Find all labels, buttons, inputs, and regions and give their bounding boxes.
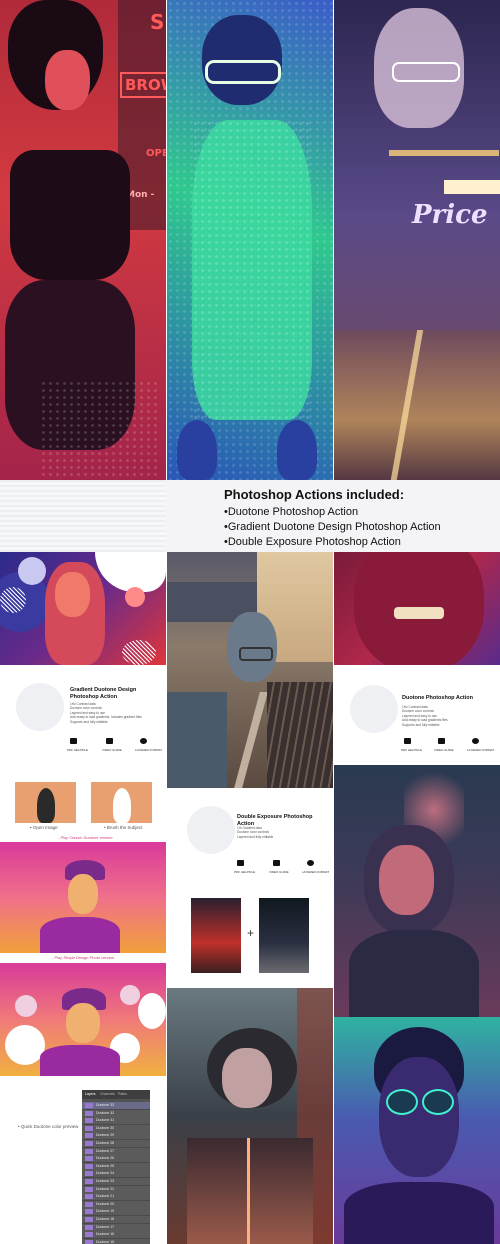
pdf-icon (70, 738, 77, 744)
layer-thumbnail (85, 1125, 93, 1131)
step-open-image (15, 782, 76, 823)
layered-label: LAYERED FORMAT (302, 870, 330, 874)
layered-label: LAYERED FORMAT (135, 748, 163, 752)
layer-name: Duotone 24 (96, 1171, 115, 1176)
tab-layers[interactable]: Layers (85, 1092, 96, 1096)
neon-sign-open: OPE (146, 148, 166, 159)
halftone-green-photo (167, 0, 333, 480)
layer-name: Duotone 18 (96, 1217, 115, 1221)
gradient-portrait-photo (0, 842, 166, 953)
layer-name: Duotone 27 (96, 1148, 115, 1153)
pdf-label: PDF HELPFILE (234, 870, 256, 874)
layer-thumbnail (85, 1209, 93, 1215)
double-exposure-info-card: Double Exposure Photoshop Action 1% Grad… (167, 788, 333, 888)
gradient-duotone-info-card: Gradient Duotone Design Photoshop Action… (0, 665, 166, 765)
layer-thumbnail (85, 1141, 93, 1146)
layer-name: Duotone 22 (96, 1186, 115, 1191)
layer-name: Duotone 25 (96, 1163, 115, 1168)
duotone-face-photo (334, 552, 500, 665)
layer-name: Duotone 32 (96, 1110, 115, 1115)
layer-thumbnail (85, 1110, 93, 1116)
video-label: VIDEO GUIDE (269, 870, 289, 874)
smoke-portrait-photo (334, 765, 500, 1017)
double-exposure-train-photo (167, 552, 333, 788)
layered-label: LAYERED FORMAT (467, 748, 495, 752)
layer-thumbnail (85, 1224, 93, 1230)
layer-thumbnail (85, 1186, 93, 1192)
layers-icon (307, 860, 314, 866)
pdf-icon (237, 860, 244, 866)
layer-thumbnail (85, 1232, 93, 1238)
layer-name: Duotone 19 (96, 1209, 115, 1214)
gradient-duotone-photo (0, 552, 166, 665)
duotone-preview-caption: - Play Classic Duotone version (58, 835, 113, 840)
neon-sign-s: S (150, 10, 165, 34)
video-icon (106, 738, 113, 744)
step-brush-subject (91, 782, 152, 823)
double-exposure-purple-photo: Price (334, 0, 500, 480)
layer-thumbnail (85, 1148, 93, 1154)
layer-thumbnail (85, 1194, 93, 1200)
tab-channels[interactable]: Channels (100, 1092, 115, 1096)
actions-item-gradient-duotone: •Gradient Duotone Design Photoshop Actio… (224, 521, 441, 533)
layer-thumbnail (85, 1239, 93, 1244)
layer-name: Duotone 28 (96, 1141, 115, 1145)
step-open-image-label: • Open Image (30, 825, 58, 830)
design-preview-caption: - Play Shape Design Photo version (52, 955, 115, 960)
teal-duotone-portrait (334, 1017, 500, 1244)
duotone-info-card: Duotone Photoshop Action 1Hz Contrast da… (334, 665, 500, 765)
layers-panel: Layers Channels Paths Duotone 33 Duotone … (82, 1090, 150, 1244)
layer-thumbnail (85, 1171, 93, 1177)
tab-paths[interactable]: Paths (118, 1092, 127, 1096)
video-icon (273, 860, 280, 866)
duotone-card-features: 1Hz Contrast data Duotone color controls… (402, 705, 448, 727)
layer-name: Duotone 15 (96, 1239, 115, 1244)
neon-sign-hours: Mon - (126, 190, 155, 200)
layers-icon (140, 738, 147, 744)
video-label: VIDEO GUIDE (102, 748, 122, 752)
pdf-icon (404, 738, 411, 744)
layer-thumbnail (85, 1133, 93, 1139)
layer-name: Duotone 23 (96, 1179, 115, 1183)
gradient-card-title: Gradient Duotone Design Photoshop Action (70, 687, 137, 700)
double-exposure-street-photo (167, 988, 333, 1244)
layer-name: Duotone 33 (96, 1103, 115, 1107)
layer-name: Duotone 16 (96, 1232, 115, 1237)
layer-row[interactable]: Duotone 15 (82, 1238, 150, 1244)
layer-thumbnail (85, 1179, 93, 1184)
double-exposure-steps: + (167, 888, 333, 988)
layer-name: Duotone 31 (96, 1118, 115, 1123)
layer-thumbnail (85, 1163, 93, 1169)
layers-panel-note: • Quick Duotone color preview (18, 1124, 79, 1129)
layer-name: Duotone 30 (96, 1125, 115, 1130)
layer-thumbnail (85, 1201, 93, 1207)
layer-thumbnail (85, 1217, 93, 1222)
video-icon (438, 738, 445, 744)
gradient-card-features: 1Hz Contrast data Duotone color controls… (70, 702, 142, 724)
pdf-label: PDF HELPFILE (401, 748, 423, 752)
step-brush-subject-label: • Brush the Subject (104, 825, 143, 830)
duotone-red-photo: BROWA S OPE Mon - (0, 0, 166, 480)
actions-item-double-exposure: •Double Exposure Photoshop Action (224, 536, 401, 548)
duotone-card-title: Duotone Photoshop Action (402, 695, 473, 701)
actions-item-duotone: •Duotone Photoshop Action (224, 506, 359, 518)
double-card-features: 1% Gradient data Duotone color controls … (237, 826, 274, 839)
actions-title: Photoshop Actions included: (224, 487, 405, 502)
neon-sign-price: Price (412, 200, 488, 230)
layer-name: Duotone 17 (96, 1224, 115, 1229)
shape-design-photo (0, 963, 166, 1076)
layer-name: Duotone 20 (96, 1201, 115, 1206)
layer-name: Duotone 21 (96, 1194, 115, 1199)
layer-name: Duotone 29 (96, 1133, 115, 1138)
plus-icon: + (247, 926, 255, 940)
video-label: VIDEO GUIDE (434, 748, 454, 752)
layer-name: Duotone 26 (96, 1156, 115, 1161)
layer-thumbnail (85, 1118, 93, 1124)
pdf-label: PDF HELPFILE (67, 748, 89, 752)
neon-sign-broadway: BROWA (120, 72, 166, 98)
layer-thumbnail (85, 1156, 93, 1162)
layers-icon (472, 738, 479, 744)
layer-thumbnail (85, 1103, 93, 1108)
